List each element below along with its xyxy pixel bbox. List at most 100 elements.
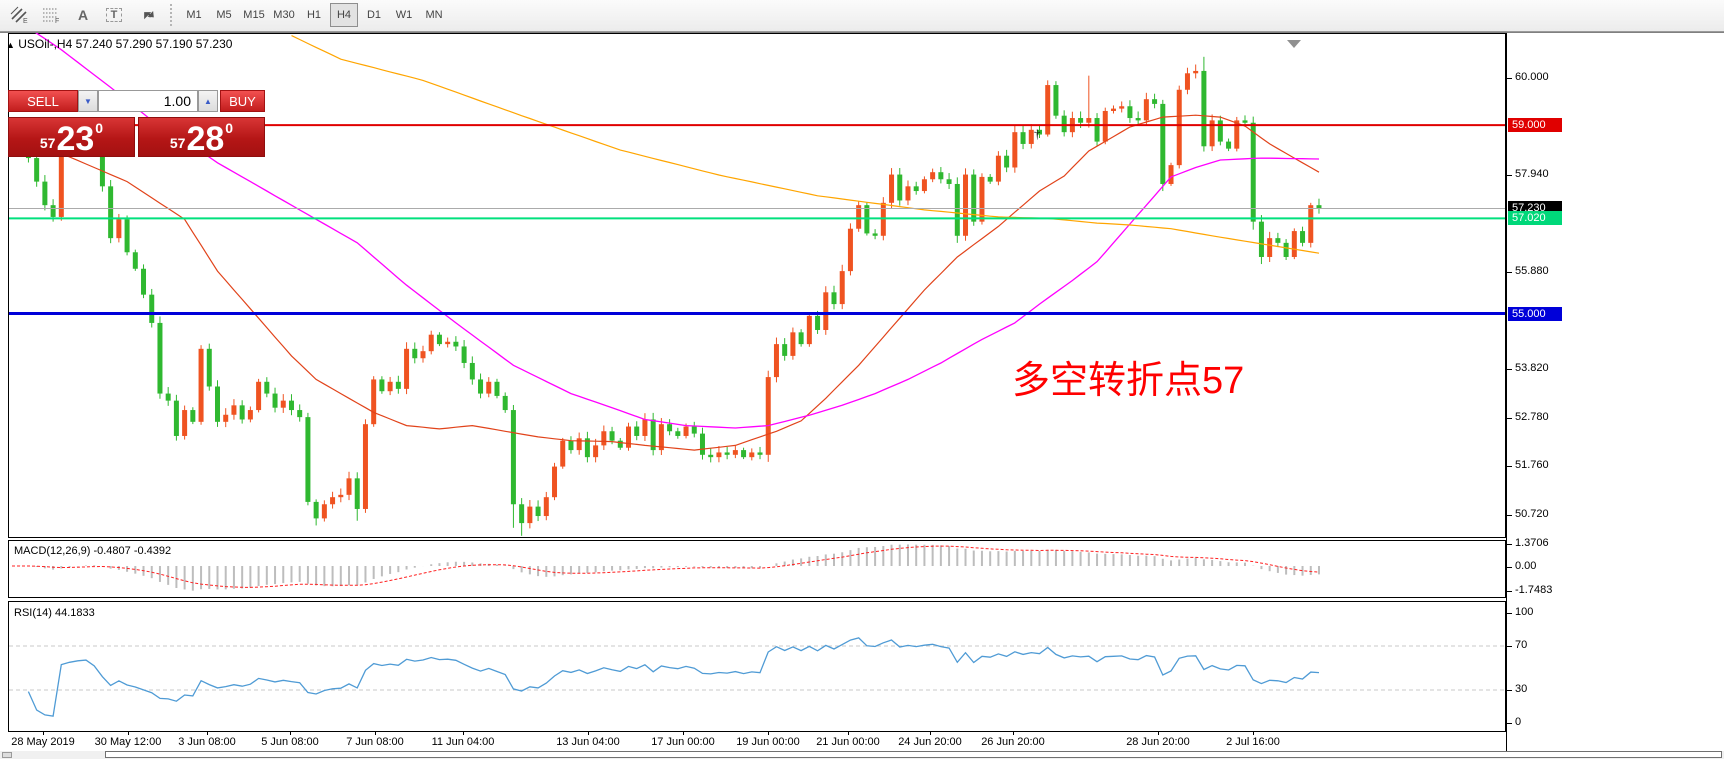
rsi-scale-tick [1507,723,1512,724]
collapse-triangle-icon[interactable]: ▲ [6,40,15,50]
time-label: 28 May 2019 [11,736,75,748]
svg-text:E: E [23,18,28,24]
buy-button[interactable]: BUY [220,90,265,112]
time-label: 26 Jun 20:00 [981,736,1045,748]
channel-icon: E [10,6,30,24]
timeframe-M1[interactable]: M1 [180,3,208,27]
macd-scale-label: 1.3706 [1515,537,1549,549]
time-tick [43,732,44,735]
macd-scale-tick [1507,567,1512,568]
symbol-ohlc-text: USOil-,H4 57.240 57.290 57.190 57.230 [18,37,232,51]
timeframe-M15[interactable]: M15 [240,3,268,27]
time-tick [1013,732,1014,735]
volume-decrease-button[interactable]: ▼ [78,90,98,112]
time-tick [207,732,208,735]
macd-scale-tick [1507,544,1512,545]
chart-symbol-title: ▲ USOil-,H4 57.240 57.290 57.190 57.230 [6,37,232,51]
rsi-scale-tick [1507,690,1512,691]
time-tick [375,732,376,735]
price-label: 53.820 [1515,362,1549,374]
time-label: 7 Jun 08:00 [346,736,404,748]
sell-price-sup: 0 [95,120,103,136]
price-line-label: 57.020 [1508,211,1562,225]
time-tick [1158,732,1159,735]
buy-price-small: 57 [170,135,186,151]
price-tick [1507,418,1512,419]
time-label: 30 May 12:00 [95,736,162,748]
time-label: 13 Jun 04:00 [556,736,620,748]
price-line-label: 55.000 [1508,307,1562,321]
time-axis[interactable]: 28 May 2019 30 May 12:00 3 Jun 08:00 5 Jun … [0,732,1506,752]
scrollbar-thumb[interactable] [105,751,1722,758]
price-tick [1507,175,1512,176]
sell-button[interactable]: SELL [8,90,78,112]
price-tick [1507,78,1512,79]
toolbar-separator [170,4,177,26]
text-tool-button[interactable]: A [70,3,96,27]
text-label-icon: T [106,8,123,22]
price-label: 55.880 [1515,265,1549,277]
time-label: 3 Jun 08:00 [178,736,236,748]
time-label: 21 Jun 00:00 [816,736,880,748]
toolbar: E F A T ▾ M1M5M15M30H1H4D1W1MN [0,0,1724,32]
mt4-window: E F A T ▾ M1M5M15M30H1H4D1W1MN [0,0,1724,759]
timeframe-W1[interactable]: W1 [390,3,418,27]
macd-scale-label: 0.00 [1515,560,1536,572]
sell-button-label: SELL [27,94,59,109]
macd-title: MACD(12,26,9) -0.4807 -0.4392 [14,545,171,557]
price-tick [1507,515,1512,516]
volume-increase-button[interactable]: ▲ [198,90,218,112]
time-tick [768,732,769,735]
rsi-scale-tick [1507,613,1512,614]
time-tick [1253,732,1254,735]
time-label: 5 Jun 08:00 [261,736,319,748]
macd-pane[interactable] [8,540,1506,598]
price-line-label: 59.000 [1508,118,1562,132]
timeframe-H1[interactable]: H1 [300,3,328,27]
sell-price-small: 57 [40,135,56,151]
rsi-scale-label: 70 [1515,639,1527,651]
timeframe-M30[interactable]: M30 [270,3,298,27]
fibonacci-button[interactable]: F [38,3,66,27]
rsi-scale-label: 30 [1515,683,1527,695]
macd-scale-tick [1507,591,1512,592]
timeframe-MN[interactable]: MN [420,3,448,27]
svg-text:F: F [55,18,59,24]
price-label: 51.760 [1515,459,1549,471]
buy-price-tile[interactable]: 57 28 0 [138,117,265,157]
chart-region: † ▲ USOil-,H4 57.240 57.290 57.190 57.23… [0,32,1724,759]
price-label: 52.780 [1515,411,1549,423]
sell-price-tile[interactable]: 57 23 0 [8,117,135,157]
rsi-pane[interactable] [8,601,1506,732]
text-tool-icon: A [78,7,88,23]
time-tick [128,732,129,735]
time-tick [588,732,589,735]
fibonacci-icon: F [42,6,62,24]
buy-button-label: BUY [229,94,256,109]
price-label: 50.720 [1515,508,1549,520]
buy-price-sup: 0 [225,120,233,136]
timeframe-M5[interactable]: M5 [210,3,238,27]
timeframe-D1[interactable]: D1 [360,3,388,27]
rsi-scale-label: 100 [1515,606,1533,618]
price-axis[interactable]: 60.000 57.940 55.880 53.820 52.780 51.760 50.7… [1506,33,1724,752]
draw-channel-button[interactable]: E [6,3,34,27]
time-label: 11 Jun 04:00 [432,736,495,748]
price-tick [1507,466,1512,467]
timeframe-H4[interactable]: H4 [330,3,358,27]
arrows-icon [141,7,157,23]
horizontal-scrollbar [0,751,1724,759]
time-label: 19 Jun 00:00 [736,736,800,748]
price-label: 60.000 [1515,71,1549,83]
volume-input[interactable] [98,90,198,112]
text-label-button[interactable]: T [100,3,128,27]
price-label: 57.940 [1515,168,1549,180]
sell-price-big: 23 [56,124,94,154]
price-tick [1507,369,1512,370]
time-tick [930,732,931,735]
arrows-tool-button[interactable]: ▾ [132,3,166,27]
price-tick [1507,272,1512,273]
scrollbar-grip[interactable] [2,752,12,758]
rsi-scale-label: 0 [1515,716,1521,728]
macd-scale-label: -1.7483 [1515,584,1552,596]
